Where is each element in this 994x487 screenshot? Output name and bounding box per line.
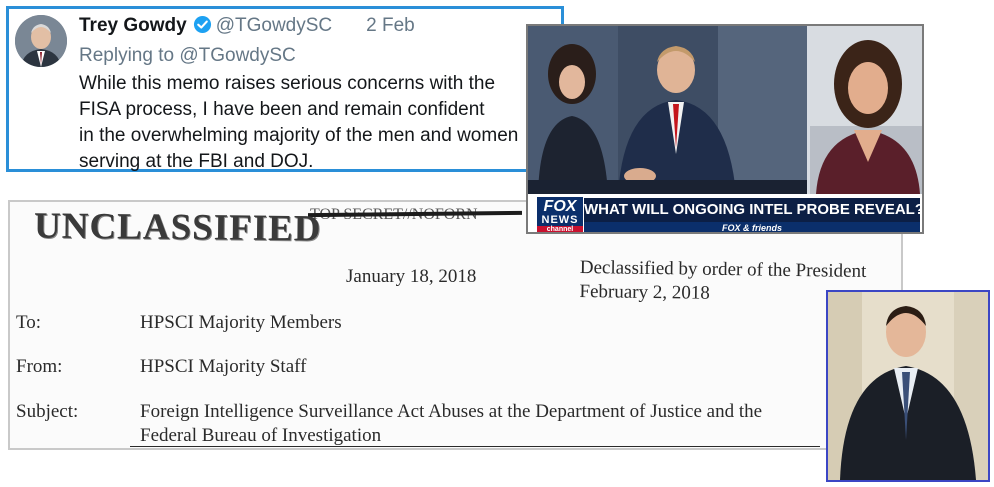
memo-subject-line: Federal Bureau of Investigation: [140, 425, 382, 446]
verified-badge-icon: [193, 15, 212, 40]
man-in-suit-image: [828, 292, 988, 480]
tweet-text-line: in the overwhelming majority of the men …: [79, 125, 519, 146]
tweet-date[interactable]: 2 Feb: [366, 15, 415, 36]
tweet-text-line: While this memo raises serious concerns …: [79, 73, 496, 94]
memo-subject-value: Foreign Intelligence Surveillance Act Ab…: [140, 400, 762, 448]
tweet-handle[interactable]: @TGowdySC: [216, 15, 332, 36]
tweet-header: Trey Gowdy @TGowdySC 2 Feb: [79, 15, 415, 40]
chyron-headline: WHAT WILL ONGOING INTEL PROBE REVEAL?: [584, 198, 922, 222]
memo-subject-label: Subject:: [16, 401, 79, 422]
tweet-avatar[interactable]: [15, 15, 67, 67]
studio-hosts-image: [528, 26, 808, 194]
guest-image: [810, 26, 922, 194]
fox-news-broadcast: FOX NEWS channel WHAT WILL ONGOING INTEL…: [526, 24, 924, 234]
memo-from-row: From: HPSCI Majority Staff: [16, 356, 306, 378]
memo-to-label: To:: [16, 312, 42, 333]
portrait-photo: [826, 290, 990, 482]
memo-to-row: To: HPSCI Majority Members: [16, 312, 342, 334]
tweet-text-line: FISA process, I have been and remain con…: [79, 99, 485, 120]
memo-from-label: From:: [16, 356, 63, 377]
tweet-author-name[interactable]: Trey Gowdy: [79, 15, 187, 36]
tweet-text: While this memo raises serious concerns …: [79, 71, 559, 175]
memo-from-value: HPSCI Majority Staff: [140, 356, 307, 377]
memo-to-value: HPSCI Majority Members: [140, 312, 342, 333]
memo-unclassified-stamp: UNCLASSIFIED: [33, 205, 322, 250]
logo-text-fox: FOX: [543, 198, 577, 215]
memo-subject-line: Foreign Intelligence Surveillance Act Ab…: [140, 401, 763, 422]
tweet-replying-to[interactable]: Replying to @TGowdySC: [79, 45, 296, 67]
studio-panel-right: [810, 26, 922, 194]
logo-text-channel: channel: [537, 226, 583, 232]
memo-declassified-note: Declassified by order of the President F…: [579, 256, 866, 308]
show-name: FOX & friends: [584, 222, 920, 232]
tweet-text-line: serving at the FBI and DOJ.: [79, 151, 314, 172]
memo-subject-row: Subject: Foreign Intelligence Surveillan…: [16, 400, 762, 448]
studio-panel-left: [528, 26, 808, 194]
memo-document: TOP SECRET//NOFORN UNCLASSIFIED January …: [8, 200, 903, 450]
logo-text-news: NEWS: [541, 214, 579, 226]
tweet-card: Trey Gowdy @TGowdySC 2 Feb Replying to @TG…: [6, 6, 564, 172]
memo-declassified-line: February 2, 2018: [579, 280, 710, 304]
memo-underline: [130, 446, 820, 447]
memo-date: January 18, 2018: [346, 266, 477, 287]
fox-news-logo: FOX NEWS channel: [536, 196, 584, 232]
